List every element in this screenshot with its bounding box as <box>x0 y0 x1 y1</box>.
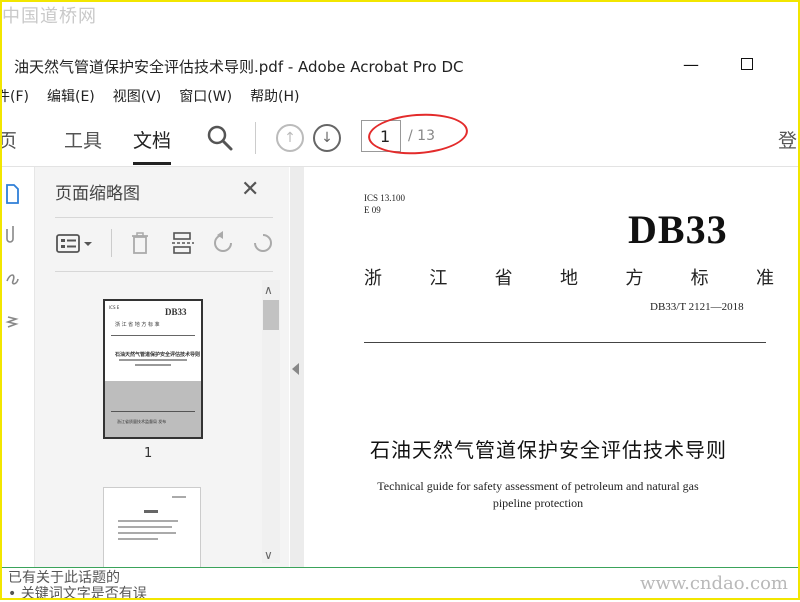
doc-province-char: 省 <box>494 268 513 289</box>
panel-collapse-handle[interactable] <box>290 167 304 567</box>
maximize-button[interactable] <box>732 50 762 78</box>
panel-tool-divider <box>111 229 112 257</box>
left-navigation-rail <box>0 167 35 567</box>
doc-province-char: 浙 <box>364 268 382 289</box>
chevron-left-icon <box>292 363 299 375</box>
doc-ics-code: ICS 13.100 <box>364 193 406 203</box>
title-bar: 油天然气管道保护安全评估技术导则.pdf - Adobe Acrobat Pro… <box>0 48 800 80</box>
thumb-subtitle-line <box>119 359 187 361</box>
thumb-rule <box>111 335 195 336</box>
attachment-icon[interactable] <box>4 223 20 245</box>
scrollbar-thumb[interactable] <box>263 300 279 330</box>
rotate-right-icon[interactable] <box>251 231 273 255</box>
layers-icon[interactable] <box>4 311 20 333</box>
main-toolbar: 页 工具 文档 ↑ ↓ 1 / 13 登 <box>0 110 800 167</box>
menu-file[interactable]: 件(F) <box>0 82 38 108</box>
thumb-bottom-text: 浙江省质量技术监督局 发布 <box>117 419 167 424</box>
doc-province-char: 准 <box>755 268 774 289</box>
tab-document[interactable]: 文档 <box>133 126 172 165</box>
thumb-text-line <box>118 526 172 528</box>
minimize-button[interactable]: — <box>676 50 706 78</box>
next-page-button[interactable]: ↓ <box>313 124 341 152</box>
menu-edit[interactable]: 编辑(E) <box>38 82 104 108</box>
tab-home[interactable]: 页 <box>0 126 17 153</box>
doc-ics: ICS 13.100 E 09 <box>364 192 405 216</box>
thumb-province: 浙 江 省 地 方 标 准 <box>115 322 160 328</box>
doc-province-char: 江 <box>429 268 448 289</box>
delete-page-icon[interactable] <box>129 231 151 255</box>
thumb-text-line <box>172 496 186 498</box>
doc-standard-prefix: DB33 <box>628 207 728 252</box>
thumb-text-line <box>118 538 158 540</box>
thumb-subtitle-line <box>135 364 171 366</box>
rotate-left-icon[interactable] <box>211 231 237 255</box>
panel-divider <box>55 271 273 272</box>
arrow-up-icon: ↑ <box>284 130 296 146</box>
watermark-bottom: www.cndao.com <box>640 573 788 594</box>
login-link[interactable]: 登 <box>778 126 797 153</box>
doc-province-char: 标 <box>690 268 709 289</box>
annotation-highlight-ellipse <box>366 110 470 158</box>
arrow-down-icon: ↓ <box>321 130 333 146</box>
bottom-ghost-line: 已有关于此话题的 <box>8 570 120 586</box>
panel-divider <box>55 217 273 218</box>
scroll-up-icon[interactable]: ∧ <box>264 283 273 297</box>
page-thumbnail-2[interactable] <box>103 487 201 569</box>
thumb-rule <box>111 411 195 412</box>
thumbnail-page-label: 1 <box>144 446 153 461</box>
thumb-text-line <box>118 532 176 534</box>
panel-title: 页面缩略图 <box>55 184 140 204</box>
doc-province-char: 地 <box>559 268 578 289</box>
doc-title-en: Technical guide for safety assessment of… <box>377 479 699 510</box>
thumb-shaded-area <box>105 381 201 437</box>
doc-rule <box>364 342 766 343</box>
search-icon[interactable] <box>206 124 234 152</box>
maximize-icon <box>741 58 753 70</box>
signature-icon[interactable] <box>4 267 20 289</box>
previous-page-button[interactable]: ↑ <box>276 124 304 152</box>
tab-tools[interactable]: 工具 <box>64 126 102 153</box>
page-thumbnail-1[interactable]: ICS E DB33 浙 江 省 地 方 标 准 石油天然气管道保护安全评估技术… <box>103 299 203 439</box>
bottom-ghost-text: 已有关于此话题的 • 关键词文字是否有误 <box>8 570 147 602</box>
toolbar-divider <box>255 122 256 154</box>
menu-help[interactable]: 帮助(H) <box>241 82 308 108</box>
doc-standard-code: DB33/T 2121—2018 <box>650 301 744 313</box>
doc-e-code: E 09 <box>364 205 381 215</box>
doc-province-heading: 浙 江 省 地 方 标 准 <box>364 264 774 290</box>
window-title: 油天然气管道保护安全评估技术导则.pdf - Adobe Acrobat Pro… <box>14 58 464 76</box>
thumb-text-line <box>144 510 158 513</box>
extract-page-icon[interactable] <box>171 231 195 255</box>
page-thumbnails-icon[interactable] <box>4 183 20 205</box>
close-icon[interactable]: ✕ <box>241 177 259 202</box>
doc-title-cn: 石油天然气管道保护安全评估技术导则 <box>370 438 727 462</box>
thumb-text-line <box>118 520 178 522</box>
menu-window[interactable]: 窗口(W) <box>170 82 241 108</box>
thumb-db: DB33 <box>165 307 187 317</box>
thumbnail-options-icon[interactable] <box>55 233 95 255</box>
doc-province-char: 方 <box>625 268 644 289</box>
thumb-title: 石油天然气管道保护安全评估技术导则 <box>115 352 201 358</box>
watermark-top: 中国道桥网 <box>2 6 97 27</box>
menu-bar: 件(F) 编辑(E) 视图(V) 窗口(W) 帮助(H) <box>0 82 800 108</box>
menu-view[interactable]: 视图(V) <box>104 82 171 108</box>
scroll-down-icon[interactable]: ∨ <box>264 548 273 562</box>
